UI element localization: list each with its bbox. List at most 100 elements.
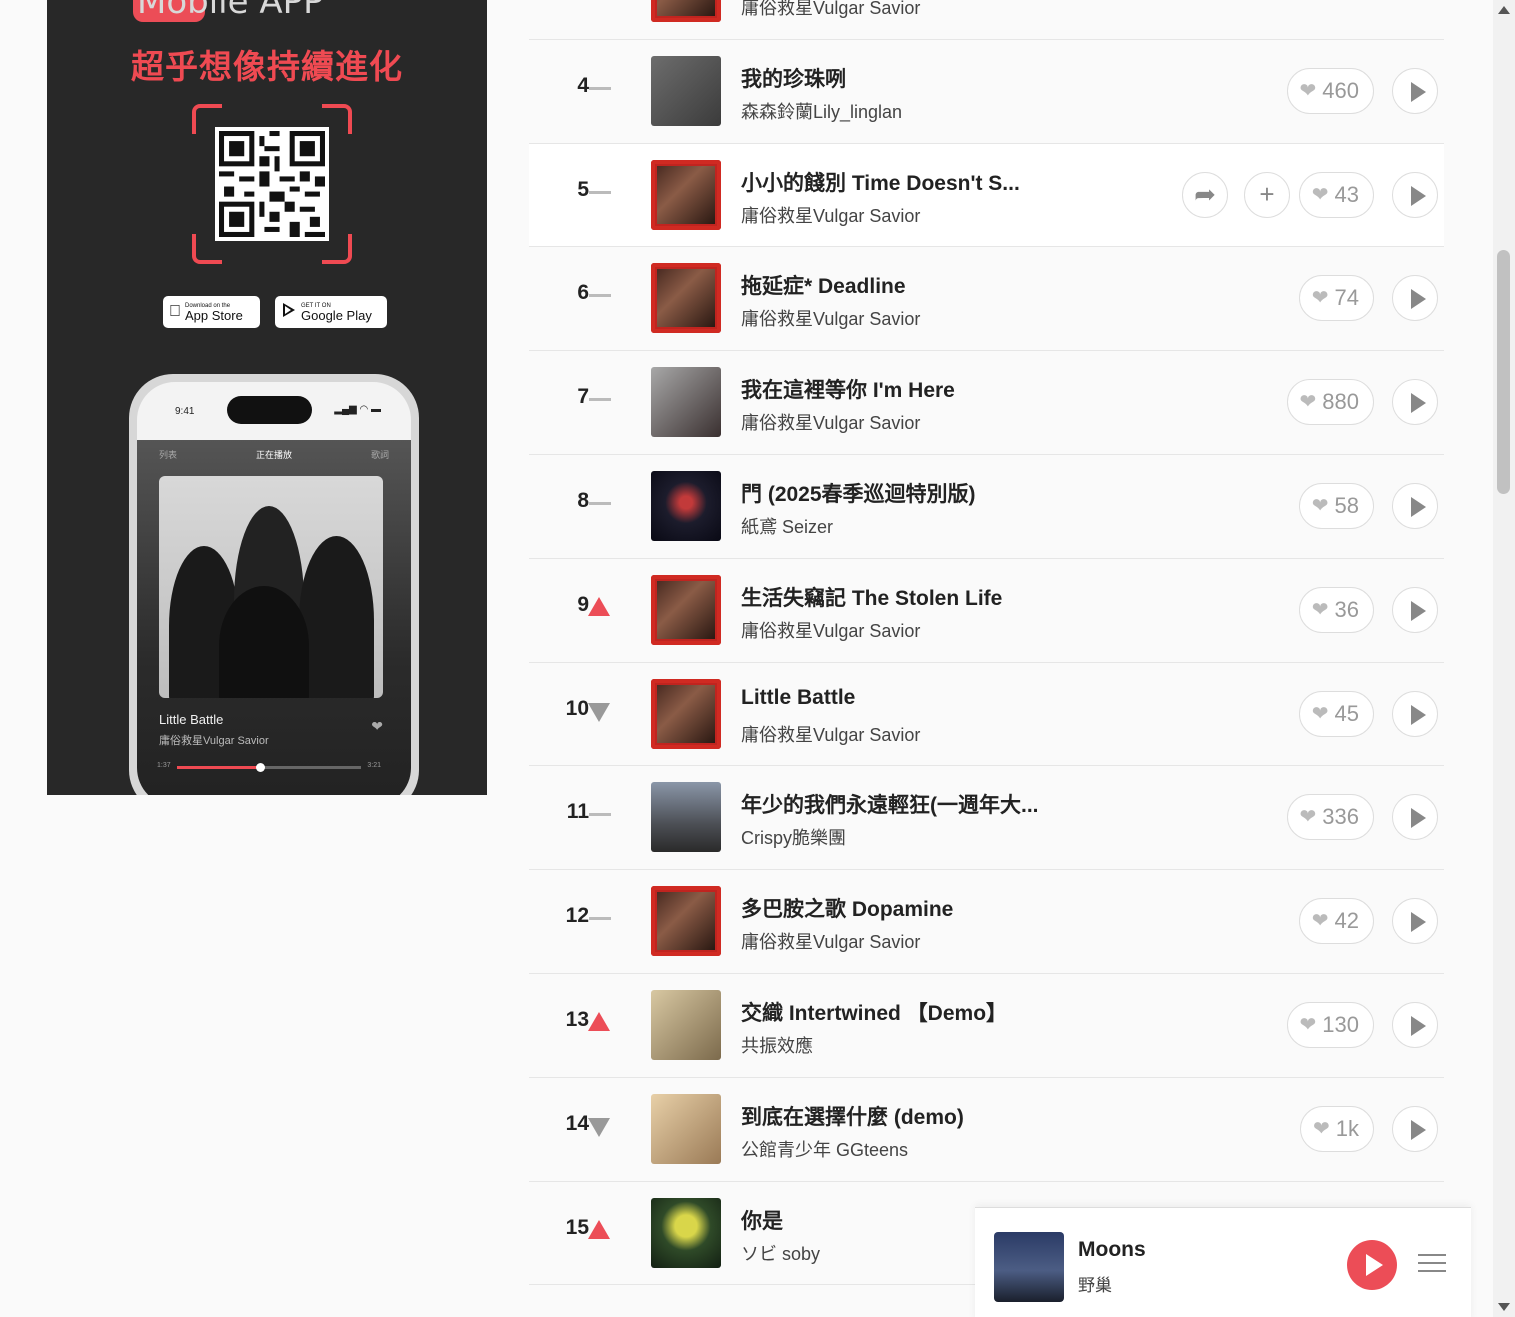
ranking-row[interactable]: 6 拖延症* Deadline 庸俗救星Vulgar Savior ❤ 74 xyxy=(529,247,1444,352)
rank-number: 8 xyxy=(577,488,589,512)
song-artist[interactable]: 庸俗救星Vulgar Savior xyxy=(741,928,920,954)
mobile-app-promo: Mobile APP 超乎想像持續進化  Download on theApp… xyxy=(47,0,487,795)
play-song-button[interactable] xyxy=(1392,67,1438,114)
song-artist[interactable]: 庸俗救星Vulgar Savior xyxy=(741,721,920,747)
song-artist[interactable]: Crispy脆樂團 xyxy=(741,824,846,850)
google-play-label: Google Play xyxy=(301,307,372,323)
song-title[interactable]: 多巴胺之歌 Dopamine xyxy=(741,893,953,923)
like-button[interactable]: ❤ 1k xyxy=(1299,1105,1374,1152)
song-cover[interactable] xyxy=(651,1197,721,1268)
now-playing-artist[interactable]: 野巢 xyxy=(1078,1271,1112,1296)
scrollbar[interactable] xyxy=(1493,0,1515,1317)
like-button[interactable]: ❤ 460 xyxy=(1286,67,1374,114)
song-cover[interactable] xyxy=(651,263,721,334)
ranking-row[interactable]: 4 我的珍珠咧 森森鈴蘭Lily_linglan ❤ 460 xyxy=(529,39,1444,144)
song-artist[interactable]: ソビ soby xyxy=(741,1240,820,1266)
song-cover[interactable] xyxy=(651,574,721,645)
song-artist[interactable]: 公館青少年 GGteens xyxy=(741,1136,908,1162)
play-song-button[interactable] xyxy=(1392,794,1438,841)
google-play-button[interactable]: GET IT ON Google Play xyxy=(275,296,387,328)
song-artist[interactable]: 森森鈴蘭Lily_linglan xyxy=(741,98,902,124)
song-cover[interactable] xyxy=(651,886,721,957)
song-artist[interactable]: 庸俗救星Vulgar Savior xyxy=(741,202,920,228)
song-artist[interactable]: 庸俗救星Vulgar Savior xyxy=(741,305,920,331)
song-artist[interactable]: 紙鳶 Seizer xyxy=(741,513,833,539)
ranking-row[interactable]: 7 我在這裡等你 I'm Here 庸俗救星Vulgar Savior ❤ 880 xyxy=(529,351,1444,455)
heart-icon: ❤ xyxy=(1311,183,1329,206)
scroll-down-icon[interactable] xyxy=(1498,1303,1510,1311)
song-cover[interactable] xyxy=(651,159,721,230)
song-title[interactable]: 交織 Intertwined 【Demo】 xyxy=(741,997,1007,1027)
play-song-button[interactable] xyxy=(1392,690,1438,737)
play-song-button[interactable] xyxy=(1392,379,1438,426)
song-title[interactable]: Little Battle xyxy=(741,686,855,710)
song-cover[interactable] xyxy=(651,1093,721,1164)
like-button[interactable]: ❤ 36 xyxy=(1298,586,1374,633)
song-cover[interactable] xyxy=(651,678,721,749)
song-title[interactable]: 你是 xyxy=(741,1205,783,1235)
like-count: 460 xyxy=(1322,77,1359,103)
song-title[interactable]: 門 (2025春季巡迴特別版) xyxy=(741,478,976,508)
now-playing-title[interactable]: Moons xyxy=(1078,1238,1146,1262)
play-song-button[interactable] xyxy=(1392,482,1438,529)
song-cover[interactable] xyxy=(651,782,721,853)
play-song-button[interactable] xyxy=(1392,1105,1438,1152)
like-count: 130 xyxy=(1322,1011,1359,1037)
like-button[interactable]: ❤ 74 xyxy=(1298,275,1374,322)
like-button[interactable]: ❤ 336 xyxy=(1286,794,1374,841)
scroll-up-icon[interactable] xyxy=(1498,6,1510,14)
like-button[interactable]: ❤ 58 xyxy=(1298,482,1374,529)
ranking-row[interactable]: 10 Little Battle 庸俗救星Vulgar Savior ❤ 45 xyxy=(529,662,1444,767)
song-title[interactable]: 拖延症* Deadline xyxy=(741,270,906,300)
rank-number: 12 xyxy=(565,904,589,928)
phone-tab-now-playing: 正在播放 xyxy=(255,450,292,460)
ranking-row[interactable]: 14 到底在選擇什麼 (demo) 公館青少年 GGteens ❤ 1k xyxy=(529,1077,1444,1182)
ranking-row[interactable]: 5 小小的餞別 Time Doesn't S... 庸俗救星Vulgar Savio… xyxy=(529,143,1444,248)
song-title[interactable]: 到底在選擇什麼 (demo) xyxy=(741,1101,964,1131)
song-title[interactable]: 我的珍珠咧 xyxy=(741,63,846,93)
app-store-button[interactable]:  Download on theApp Store xyxy=(163,296,260,328)
like-button[interactable]: ❤ 130 xyxy=(1286,1001,1374,1048)
play-song-button[interactable] xyxy=(1392,898,1438,945)
song-cover[interactable] xyxy=(651,470,721,541)
song-cover[interactable] xyxy=(651,367,721,438)
like-button[interactable]: ❤ 42 xyxy=(1298,898,1374,945)
song-artist[interactable]: 庸俗救星Vulgar Savior xyxy=(741,617,920,643)
song-artist[interactable]: 庸俗救星Vulgar Savior xyxy=(741,0,920,20)
play-song-button[interactable] xyxy=(1392,171,1438,218)
ranking-row[interactable]: 庸俗救星Vulgar Savior xyxy=(529,0,1444,40)
ranking-row[interactable]: 13 交織 Intertwined 【Demo】共振效應 ❤ 130 xyxy=(529,973,1444,1078)
phone-tab-list: 列表 xyxy=(159,450,178,460)
song-cover[interactable] xyxy=(651,0,721,22)
phone-elapsed: 1:37 xyxy=(157,762,171,769)
now-playing-cover[interactable] xyxy=(994,1232,1064,1302)
song-title[interactable]: 我在這裡等你 I'm Here xyxy=(741,374,955,404)
song-title[interactable]: 生活失竊記 The Stolen Life xyxy=(741,582,1002,612)
playlist-menu-icon[interactable] xyxy=(1418,1248,1446,1282)
like-button[interactable]: ❤ 45 xyxy=(1298,690,1374,737)
share-button[interactable]: ➦ xyxy=(1182,171,1228,218)
play-song-button[interactable] xyxy=(1392,586,1438,633)
song-cover[interactable] xyxy=(651,55,721,126)
ranking-row[interactable]: 8 門 (2025春季巡迴特別版) 紙鳶 Seizer ❤ 58 xyxy=(529,454,1444,559)
like-button[interactable]: ❤ 880 xyxy=(1286,379,1374,426)
song-title[interactable]: 小小的餞別 Time Doesn't S... xyxy=(741,167,1020,197)
ranking-row[interactable]: 12 多巴胺之歌 Dopamine 庸俗救星Vulgar Savior ❤ 42 xyxy=(529,870,1444,974)
heart-icon: ❤ xyxy=(1299,391,1317,414)
ranking-row[interactable]: 9 生活失竊記 The Stolen Life 庸俗救星Vulgar Savior ❤… xyxy=(529,558,1444,663)
ranking-row[interactable]: 11 年少的我們永遠輕狂(一週年大... Crispy脆樂團 ❤ 336 xyxy=(529,766,1444,871)
phone-album-art xyxy=(159,476,383,698)
like-button[interactable]: ❤ 43 xyxy=(1298,171,1374,218)
play-song-button[interactable] xyxy=(1392,275,1438,322)
heart-icon: ❤ xyxy=(1311,494,1329,517)
play-button[interactable] xyxy=(1347,1240,1397,1290)
song-cover[interactable] xyxy=(651,989,721,1060)
add-to-playlist-button[interactable]: + xyxy=(1244,171,1290,218)
song-artist[interactable]: 庸俗救星Vulgar Savior xyxy=(741,409,920,435)
rank-number: 13 xyxy=(565,1007,589,1031)
song-artist[interactable]: 共振效應 xyxy=(741,1032,813,1058)
scrollbar-thumb[interactable] xyxy=(1497,250,1510,494)
like-count: 880 xyxy=(1322,389,1359,415)
song-title[interactable]: 年少的我們永遠輕狂(一週年大... xyxy=(741,789,1039,819)
play-song-button[interactable] xyxy=(1392,1001,1438,1048)
